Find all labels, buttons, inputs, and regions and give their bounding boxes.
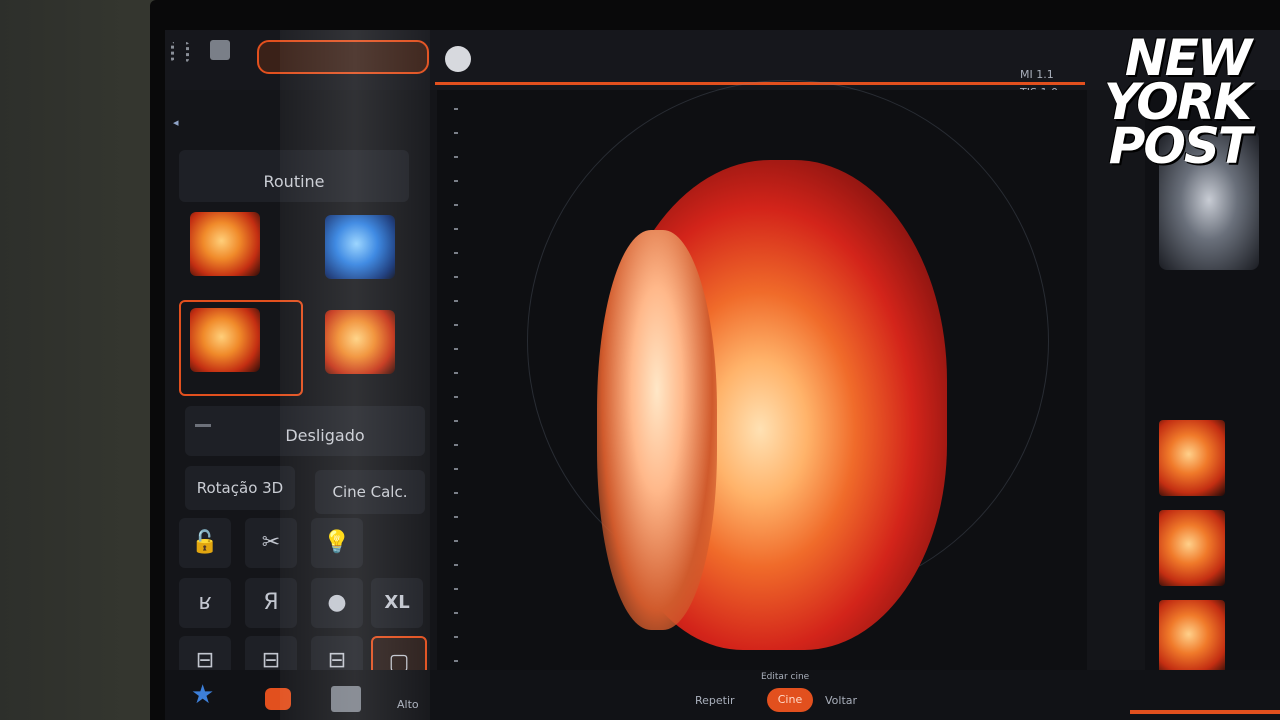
flip-left-icon[interactable]: ʁ [179,578,231,628]
dynamic-selector[interactable]: Desligado [185,406,425,456]
routine-value: Routine [263,172,325,191]
new-york-post-watermark: NEW YORK POST [1080,33,1252,171]
right-thumbnail-panel [1145,90,1280,720]
scissors-icon[interactable]: ✂ [245,518,297,568]
progress-bar [1130,710,1280,714]
cine-calc-button[interactable]: Cine Calc. [315,470,425,514]
star-icon[interactable]: ★ [191,680,214,710]
render-thumb-1[interactable] [190,212,260,276]
back-bottom-button[interactable]: Voltar [825,694,857,707]
bottom-toolbar: ★ Alto Repetir Editar cine Cine Voltar [165,670,1280,720]
rotation-3d-button[interactable]: Rotação 3D [185,466,295,510]
minus-icon [195,424,211,427]
dynamic-value: Desligado [285,426,365,445]
alto-label[interactable]: Alto [397,698,419,711]
clip-thumb-2[interactable] [1159,510,1225,586]
light-icon[interactable]: 💡 [311,518,363,568]
render-thumb-2[interactable] [325,215,395,279]
flip-right-icon[interactable]: Я [245,578,297,628]
patient-button[interactable] [257,40,429,74]
fetal-render [597,160,947,650]
fetal-hand [597,230,717,630]
grid-icon[interactable] [171,42,189,62]
back-button[interactable]: ◂ [173,116,180,129]
left-control-panel: ◂ Routine Desligado Rotação 3D Cine Calc… [165,90,435,720]
unlock-icon[interactable]: 🔓 [179,518,231,568]
record-icon[interactable] [265,688,291,710]
mi-readout: MI 1.1 [1020,68,1054,81]
routine-selector[interactable]: Routine [179,150,409,202]
clip-icon[interactable] [331,686,361,712]
repeat-button[interactable]: Repetir [695,694,735,707]
render-thumb-3[interactable] [190,308,260,372]
cine-button[interactable]: Cine [767,688,813,712]
reset-icon[interactable]: ● [311,578,363,628]
render-thumb-4[interactable] [325,310,395,374]
clip-thumb-1[interactable] [1159,420,1225,496]
probe-icon [445,46,471,72]
save-icon[interactable] [210,40,230,60]
xl-button[interactable]: XL [371,578,423,628]
depth-scale [454,108,458,668]
clip-thumb-3[interactable] [1159,600,1225,676]
3d-render-view[interactable] [437,80,1087,670]
edit-cine-label: Editar cine [761,672,810,682]
